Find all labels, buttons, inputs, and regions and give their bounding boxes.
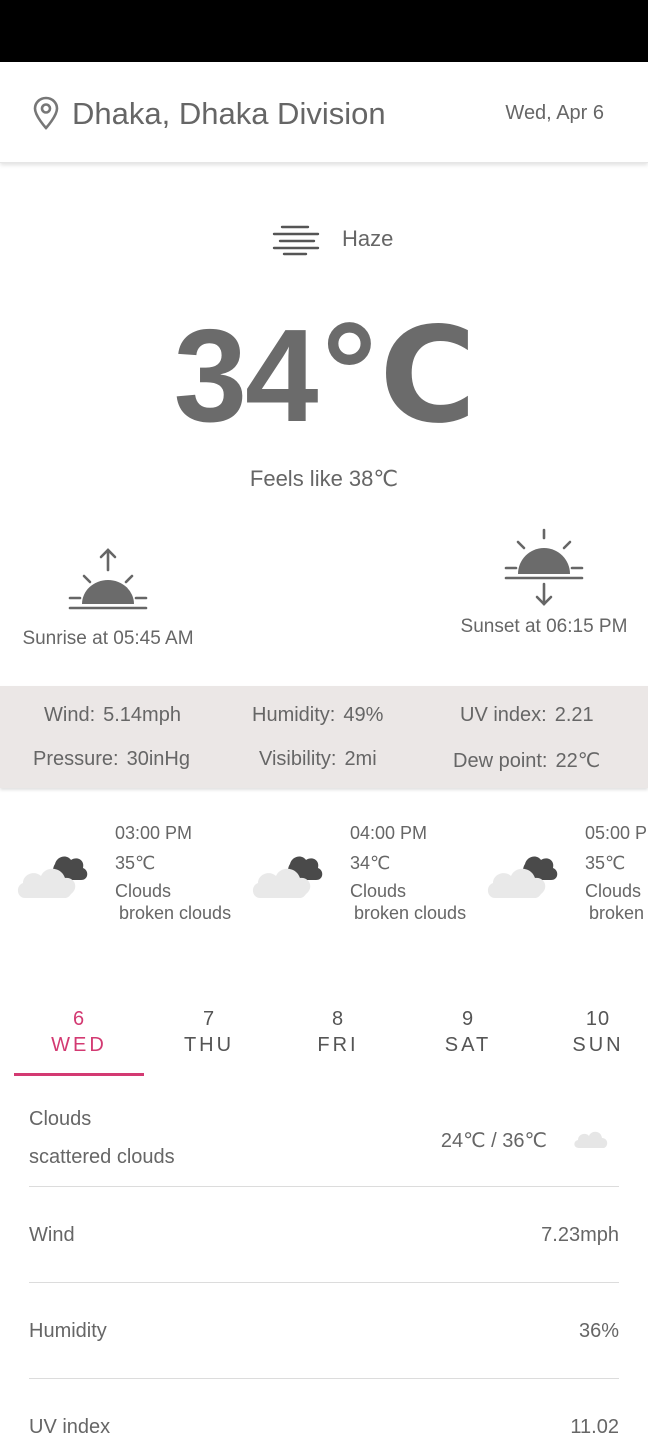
weather-stats-panel: Wind: 5.14mph Humidity: 49% UV index: 2.21 …	[0, 686, 648, 788]
day-name: FRI	[317, 1034, 359, 1056]
haze-icon	[272, 225, 320, 256]
active-tab-indicator	[14, 1073, 144, 1076]
hourly-temp: 35℃	[585, 853, 626, 873]
stat-dew-point: Dew point: 22℃	[453, 748, 600, 773]
stat-label: Pressure:	[33, 748, 119, 770]
map-pin-icon	[33, 96, 59, 130]
detail-label: UV index	[29, 1416, 111, 1438]
current-temperature: 34℃	[173, 302, 477, 449]
detail-row-wind: Wind 7.23mph	[29, 1187, 619, 1283]
location-name[interactable]: Dhaka, Dhaka Division	[72, 96, 386, 132]
current-condition: Haze	[0, 220, 648, 260]
detail-label: Wind	[29, 1224, 75, 1246]
broken-clouds-icon	[17, 856, 88, 898]
stat-uv-index: UV index: 2.21	[460, 704, 594, 727]
stat-label: Wind:	[44, 704, 96, 726]
day-number: 9	[461, 1008, 475, 1030]
stat-pressure: Pressure: 30inHg	[33, 748, 190, 771]
feels-like: Feels like 38℃	[249, 466, 399, 491]
stat-label: Humidity:	[252, 704, 336, 726]
sunset-label: Sunset at 06:15 PM	[460, 616, 628, 637]
stat-humidity: Humidity: 49%	[252, 704, 383, 727]
hourly-time: 04:00 PM	[350, 823, 428, 843]
tab-day-sun[interactable]: 10 SUN	[533, 1006, 648, 1076]
hourly-temp: 34℃	[350, 853, 391, 873]
day-tabs: 6 WED 7 THU 8 FRI 9 SAT 10 SUN	[14, 1006, 634, 1076]
day-name: SUN	[572, 1034, 624, 1056]
day-number: 8	[331, 1008, 345, 1030]
stat-value: 49%	[343, 704, 384, 726]
day-condition: Clouds	[29, 1108, 92, 1130]
stat-visibility: Visibility: 2mi	[259, 748, 377, 771]
hourly-condition: Clouds	[585, 881, 642, 901]
stat-value: 5.14mph	[103, 704, 181, 726]
stat-value: 30inHg	[126, 748, 190, 770]
hourly-condition: Clouds	[115, 881, 172, 901]
hourly-time: 03:00 PM	[115, 823, 193, 843]
hourly-description: broken clouds	[354, 903, 467, 923]
day-summary-row: Clouds scattered clouds 24℃ / 36℃	[29, 1094, 619, 1187]
condition-label: Haze	[342, 226, 394, 251]
broken-clouds-icon	[487, 856, 558, 898]
sunset-block: Sunset at 06:15 PM	[446, 528, 642, 638]
stat-wind: Wind: 5.14mph	[44, 704, 181, 727]
tab-day-thu[interactable]: 7 THU	[144, 1006, 274, 1076]
day-number: 7	[202, 1008, 216, 1030]
hourly-text: 03:00 PM 35℃ Clouds broken clouds	[115, 820, 231, 924]
sunrise-block: Sunrise at 05:45 AM	[8, 546, 208, 650]
hourly-item[interactable]: 05:00 PM 35℃ Clouds broken clouds	[485, 816, 648, 936]
sunrise-label: Sunrise at 05:45 AM	[22, 628, 194, 649]
hourly-description: broken clouds	[119, 903, 232, 923]
cloud-icon	[574, 1131, 608, 1148]
day-name: SAT	[444, 1034, 492, 1056]
day-number: 6	[72, 1008, 86, 1030]
stat-value: 22℃	[555, 750, 601, 772]
day-number: 10	[585, 1008, 611, 1030]
day-description: scattered clouds	[29, 1146, 175, 1168]
detail-label: Humidity	[29, 1320, 107, 1342]
stat-label: Dew point:	[453, 750, 548, 772]
stat-value: 2mi	[344, 748, 377, 770]
day-name: THU	[183, 1034, 235, 1056]
hourly-item[interactable]: 04:00 PM 34℃ Clouds broken clouds	[250, 816, 485, 936]
detail-value: 36%	[578, 1320, 619, 1342]
hourly-forecast[interactable]: 03:00 PM 35℃ Clouds broken clouds 04:00 …	[0, 816, 648, 936]
stat-label: Visibility:	[259, 748, 337, 770]
current-date: Wed, Apr 6	[505, 102, 604, 124]
hourly-text: 04:00 PM 34℃ Clouds broken clouds	[350, 820, 466, 924]
stat-label: UV index:	[460, 704, 547, 726]
hourly-condition: Clouds	[350, 881, 407, 901]
detail-row-humidity: Humidity 36%	[29, 1283, 619, 1379]
day-temp-range: 24℃ / 36℃	[440, 1130, 547, 1152]
hourly-temp: 35℃	[115, 853, 156, 873]
tab-day-wed[interactable]: 6 WED	[14, 1006, 144, 1076]
sunrise-icon	[68, 548, 148, 610]
sunset-icon	[504, 528, 584, 606]
day-name: WED	[51, 1034, 107, 1056]
hourly-item[interactable]: 03:00 PM 35℃ Clouds broken clouds	[15, 816, 250, 936]
tab-day-fri[interactable]: 8 FRI	[273, 1006, 403, 1076]
hourly-description: broken clouds	[589, 903, 648, 923]
status-bar	[0, 0, 648, 62]
location-header: Dhaka, Dhaka Division Wed, Apr 6	[0, 62, 648, 163]
tab-day-sat[interactable]: 9 SAT	[403, 1006, 533, 1076]
hourly-text: 05:00 PM 35℃ Clouds broken clouds	[585, 820, 648, 924]
detail-row-uv-index: UV index 11.02	[29, 1379, 619, 1440]
broken-clouds-icon	[252, 856, 323, 898]
hourly-time: 05:00 PM	[585, 823, 648, 843]
detail-value: 7.23mph	[541, 1224, 619, 1246]
detail-value: 11.02	[570, 1416, 619, 1438]
stat-value: 2.21	[554, 704, 594, 726]
